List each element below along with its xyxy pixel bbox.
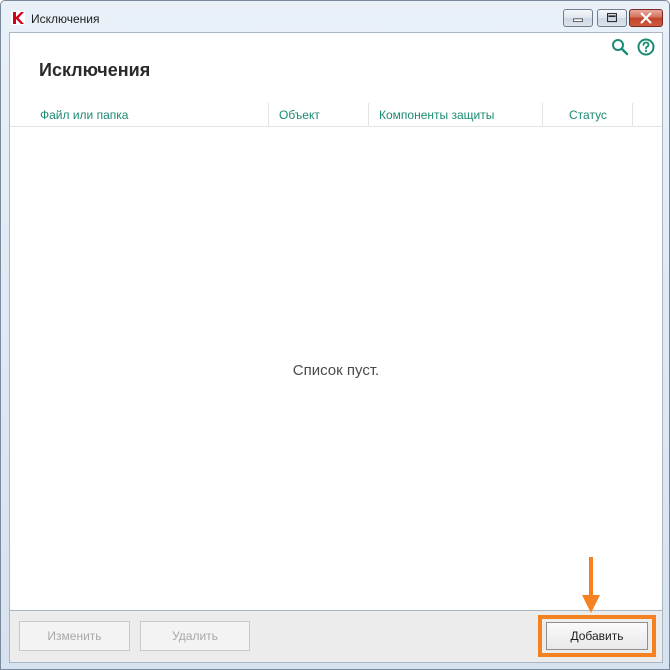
footer: Изменить Удалить Добавить: [9, 611, 663, 663]
edit-button[interactable]: Изменить: [19, 621, 130, 651]
titlebar: Исключения: [1, 1, 669, 32]
column-header-object[interactable]: Объект: [268, 103, 368, 127]
column-header-protection-components[interactable]: Компоненты защиты: [368, 103, 542, 127]
add-button[interactable]: Добавить: [546, 622, 648, 650]
column-header-status[interactable]: Статус: [542, 103, 632, 127]
help-icon: [637, 38, 655, 56]
maximize-button[interactable]: [597, 9, 627, 27]
minimize-button[interactable]: [563, 9, 593, 27]
column-header-file-or-folder[interactable]: Файл или папка: [30, 103, 268, 127]
table-header: Файл или папка Объект Компоненты защиты …: [10, 103, 662, 127]
arrow-down-icon: [582, 557, 600, 613]
delete-button[interactable]: Удалить: [140, 621, 250, 651]
search-icon: [612, 39, 629, 56]
empty-list-message: Список пуст.: [292, 362, 380, 379]
window: Исключения Исключения Файл или папка Объ…: [0, 0, 670, 670]
search-button[interactable]: [611, 38, 629, 56]
close-icon: [640, 12, 652, 24]
kaspersky-logo-icon: [11, 11, 25, 25]
column-header-spacer: [632, 103, 662, 127]
window-title: Исключения: [31, 12, 100, 26]
add-button-highlight: Добавить: [538, 615, 656, 657]
page-title: Исключения: [39, 60, 151, 80]
maximize-icon: [607, 13, 617, 23]
main-panel: Исключения Файл или папка Объект Компоне…: [9, 32, 663, 611]
help-button[interactable]: [637, 38, 655, 56]
close-button[interactable]: [629, 9, 663, 27]
minimize-icon: [573, 18, 583, 22]
